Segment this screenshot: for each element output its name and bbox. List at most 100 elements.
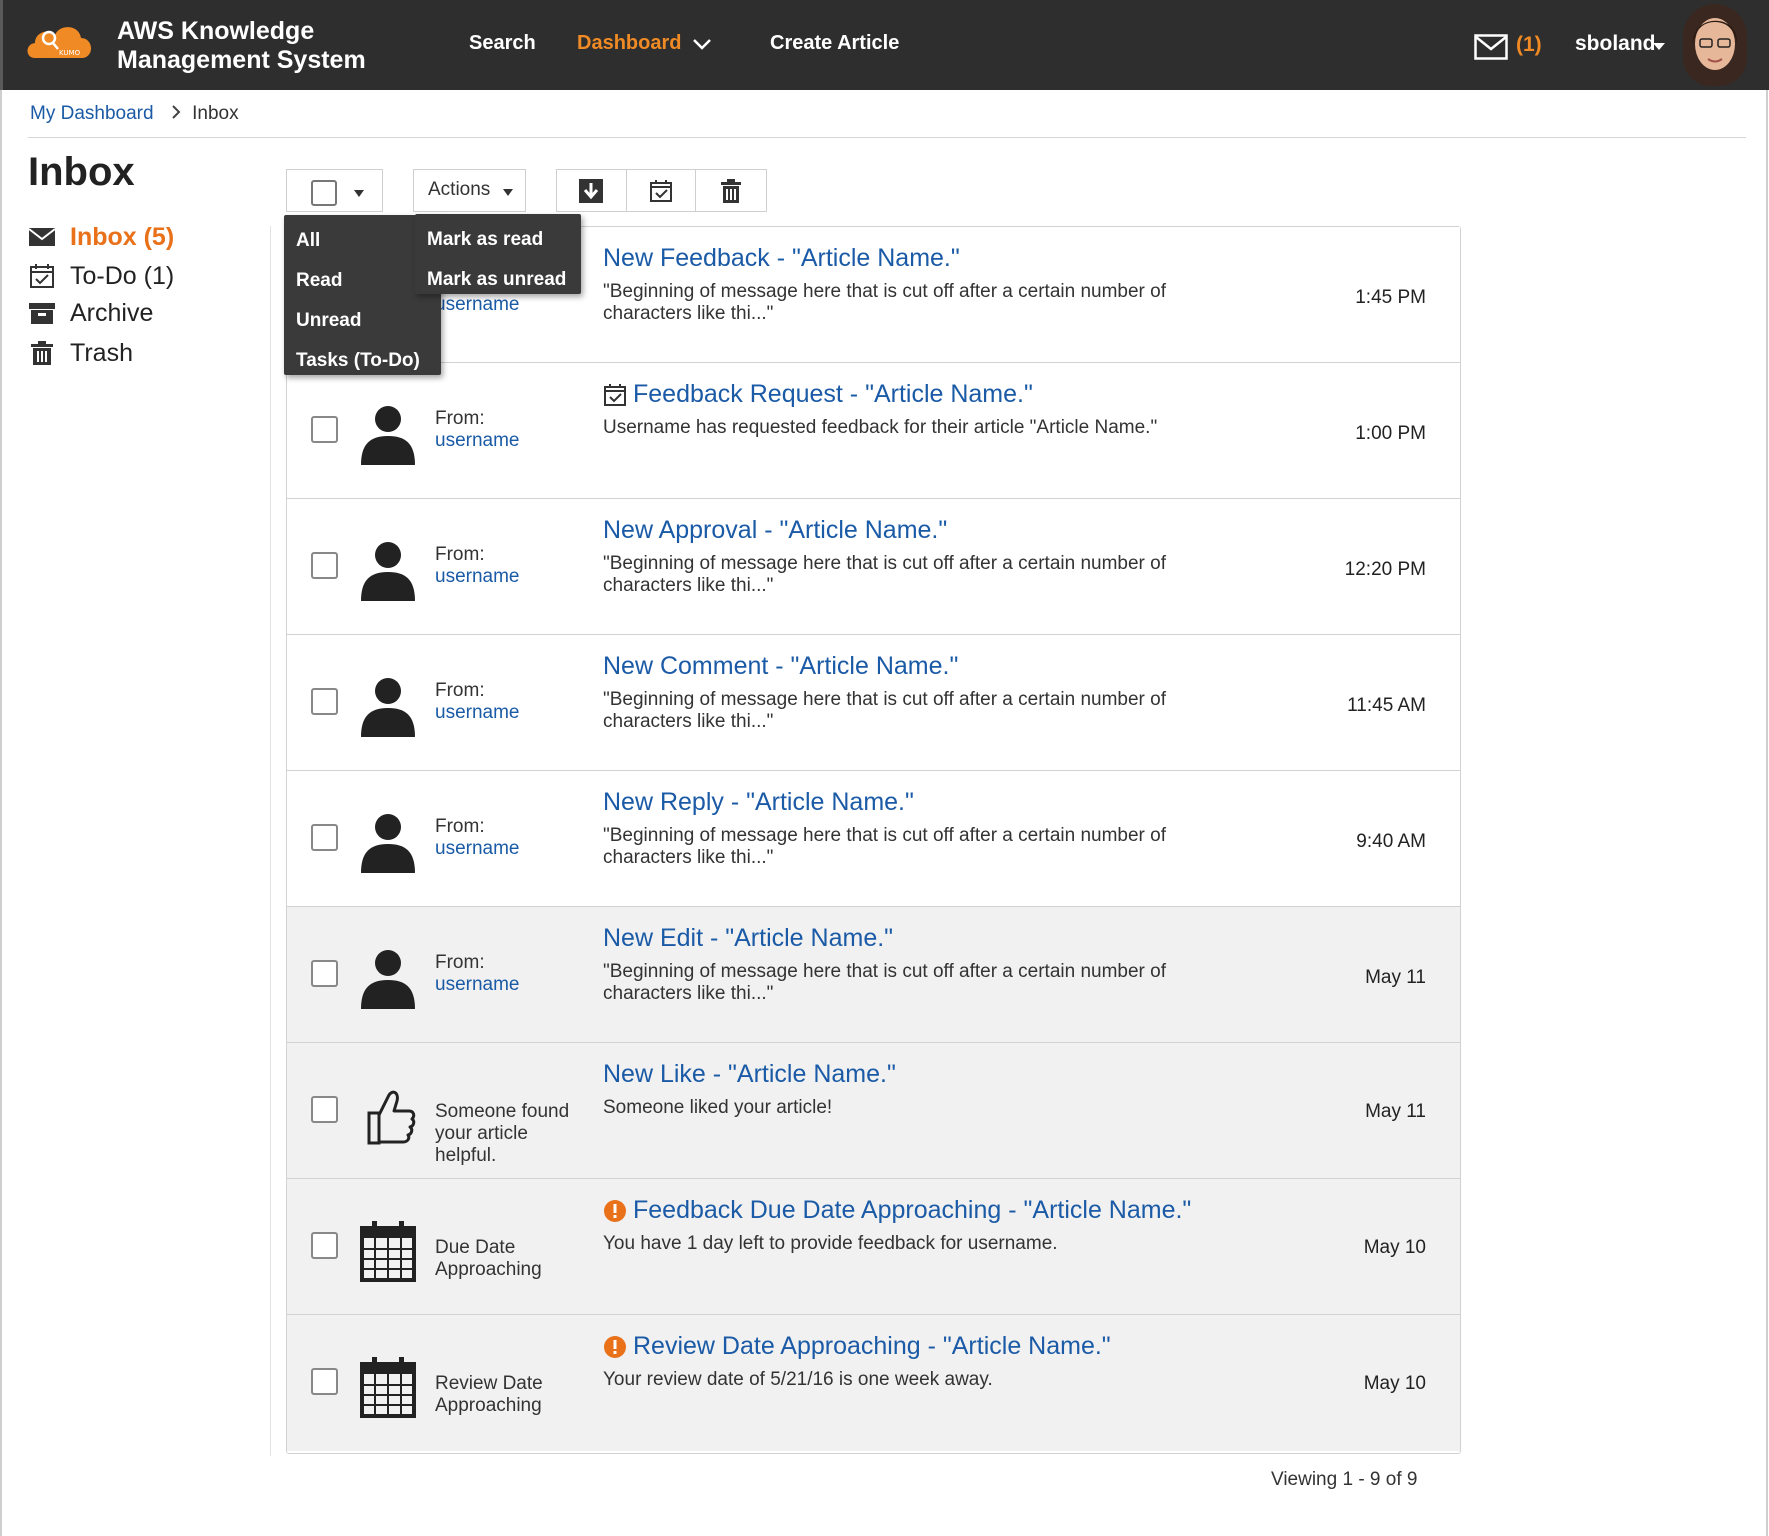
message-subject-link[interactable]: New Comment - "Article Name." bbox=[603, 652, 958, 681]
message-checkbox[interactable] bbox=[311, 824, 338, 851]
alert-icon bbox=[604, 1335, 626, 1358]
sender-username-link[interactable]: username bbox=[435, 974, 575, 996]
nav-search[interactable]: Search bbox=[469, 32, 536, 55]
message-subject-link[interactable]: New Feedback - "Article Name." bbox=[603, 244, 960, 273]
sidebar-item-todo[interactable]: To-Do (1) bbox=[28, 261, 174, 291]
sender-label: From: bbox=[435, 408, 485, 429]
sender-label: From: bbox=[435, 816, 485, 837]
user-menu[interactable]: sboland bbox=[1575, 32, 1656, 56]
sidebar-item-trash[interactable]: Trash bbox=[28, 338, 133, 368]
sidebar-item-inbox[interactable]: Inbox (5) bbox=[28, 222, 174, 252]
menu-item-mark-unread[interactable]: Mark as unread bbox=[415, 260, 581, 300]
divider bbox=[28, 137, 1746, 138]
trash-icon bbox=[31, 341, 53, 365]
caret-down-icon bbox=[503, 189, 513, 196]
message-sender: Someone found your article helpful. bbox=[435, 1101, 575, 1167]
message-row[interactable]: Someone found your article helpful. New L… bbox=[287, 1043, 1460, 1179]
message-row[interactable]: From: username Feedback Request - "Article… bbox=[287, 363, 1460, 499]
app-title-line2: Management System bbox=[117, 46, 366, 74]
archive-box-icon bbox=[29, 303, 55, 324]
message-time: May 10 bbox=[1363, 1373, 1426, 1394]
message-time: May 10 bbox=[1363, 1237, 1426, 1258]
kumo-logo[interactable]: KUMO bbox=[23, 18, 97, 66]
message-subject-link[interactable]: New Reply - "Article Name." bbox=[603, 788, 914, 817]
archive-button[interactable] bbox=[557, 170, 627, 211]
sender-username-link[interactable]: username bbox=[435, 430, 575, 452]
message-sender: From:username bbox=[435, 952, 575, 996]
message-row[interactable]: From: username New Edit - "Article Name." "… bbox=[287, 907, 1460, 1043]
message-row[interactable]: From: username New Comment - "Article Name… bbox=[287, 635, 1460, 771]
caret-down-icon[interactable] bbox=[354, 190, 364, 197]
message-checkbox[interactable] bbox=[311, 1368, 338, 1395]
menu-item-unread[interactable]: Unread bbox=[284, 301, 441, 341]
user-avatar[interactable] bbox=[1683, 4, 1747, 86]
message-sender: From:username bbox=[435, 816, 575, 860]
select-all-checkbox[interactable] bbox=[311, 180, 337, 206]
sidebar-item-label: Archive bbox=[70, 298, 154, 327]
breadcrumb-current: Inbox bbox=[192, 103, 239, 124]
message-row[interactable]: Due Date Approaching Feedback Due Date Ap… bbox=[287, 1179, 1460, 1315]
message-sender: From:username bbox=[435, 544, 575, 588]
message-checkbox[interactable] bbox=[311, 416, 338, 443]
message-subject: Feedback Request - "Article Name." bbox=[633, 380, 1033, 408]
calendar-check-icon bbox=[30, 264, 54, 288]
alert-icon bbox=[604, 1199, 626, 1222]
envelope-icon bbox=[28, 228, 56, 246]
chevron-right-icon bbox=[171, 103, 181, 125]
message-checkbox[interactable] bbox=[311, 1232, 338, 1259]
message-subject: New Edit - "Article Name." bbox=[603, 924, 894, 952]
user-menu-caret-icon[interactable] bbox=[1653, 43, 1665, 50]
sender-username-link[interactable]: username bbox=[435, 702, 575, 724]
message-subject-link[interactable]: Review Date Approaching - "Article Name.… bbox=[603, 1332, 1111, 1361]
message-subject-link[interactable]: Feedback Request - "Article Name." bbox=[603, 380, 1033, 409]
mail-count-badge[interactable]: (1) bbox=[1516, 33, 1542, 57]
mail-icon[interactable] bbox=[1474, 34, 1508, 60]
message-subject-link[interactable]: New Approval - "Article Name." bbox=[603, 516, 947, 545]
message-checkbox[interactable] bbox=[311, 688, 338, 715]
message-snippet: "Beginning of message here that is cut o… bbox=[603, 281, 1166, 324]
message-subject-link[interactable]: New Edit - "Article Name." bbox=[603, 924, 893, 953]
nav-create-article[interactable]: Create Article bbox=[770, 32, 899, 55]
actions-menu: Mark as read Mark as unread bbox=[415, 214, 581, 294]
breadcrumb: My Dashboard Inbox bbox=[30, 103, 239, 125]
add-to-todo-button[interactable] bbox=[627, 170, 697, 211]
message-checkbox[interactable] bbox=[311, 1096, 338, 1123]
message-subject-link[interactable]: New Like - "Article Name." bbox=[603, 1060, 896, 1089]
message-checkbox[interactable] bbox=[311, 552, 338, 579]
message-subject-link[interactable]: Feedback Due Date Approaching - "Article… bbox=[603, 1196, 1191, 1225]
calendar-check-icon bbox=[604, 383, 626, 406]
message-snippet: Username has requested feedback for thei… bbox=[603, 417, 1158, 438]
message-sender: From:username bbox=[435, 680, 575, 724]
message-row[interactable]: Review Date Approaching Review Date Appro… bbox=[287, 1315, 1460, 1451]
message-sender: Review Date Approaching bbox=[435, 1373, 575, 1417]
nav-dashboard[interactable]: Dashboard bbox=[577, 32, 681, 55]
message-checkbox[interactable] bbox=[311, 960, 338, 987]
delete-button[interactable] bbox=[696, 170, 766, 211]
trash-icon bbox=[721, 178, 742, 203]
message-row[interactable]: From: username New Approval - "Article Nam… bbox=[287, 499, 1460, 635]
sidebar-item-label: Inbox (5) bbox=[70, 222, 175, 251]
chevron-down-icon[interactable] bbox=[691, 36, 713, 52]
sender-username-link[interactable]: username bbox=[435, 566, 575, 588]
menu-item-mark-read[interactable]: Mark as read bbox=[415, 220, 581, 260]
message-subject: Review Date Approaching - "Article Name.… bbox=[633, 1332, 1111, 1360]
person-icon bbox=[361, 678, 415, 737]
message-time: 11:45 AM bbox=[1347, 695, 1426, 716]
sender-label: Due Date Approaching bbox=[435, 1237, 542, 1280]
person-icon bbox=[361, 950, 415, 1009]
breadcrumb-my-dashboard[interactable]: My Dashboard bbox=[30, 103, 154, 124]
sidebar-item-archive[interactable]: Archive bbox=[28, 298, 153, 328]
sender-username-link[interactable]: username bbox=[435, 838, 575, 860]
sender-label: From: bbox=[435, 680, 485, 701]
message-row[interactable]: From: username New Reply - "Article Name."… bbox=[287, 771, 1460, 907]
message-time: May 11 bbox=[1365, 1101, 1426, 1122]
message-time: 12:20 PM bbox=[1344, 559, 1426, 580]
menu-item-tasks[interactable]: Tasks (To-Do) bbox=[284, 341, 441, 381]
calendar-check-icon bbox=[650, 179, 672, 202]
select-all-dropdown[interactable] bbox=[286, 169, 383, 212]
message-time: 1:45 PM bbox=[1355, 287, 1426, 308]
actions-dropdown[interactable]: Actions bbox=[413, 169, 526, 212]
message-subject: New Comment - "Article Name." bbox=[603, 652, 959, 680]
message-sender: From:username bbox=[435, 408, 575, 452]
message-time: 1:00 PM bbox=[1355, 423, 1426, 444]
